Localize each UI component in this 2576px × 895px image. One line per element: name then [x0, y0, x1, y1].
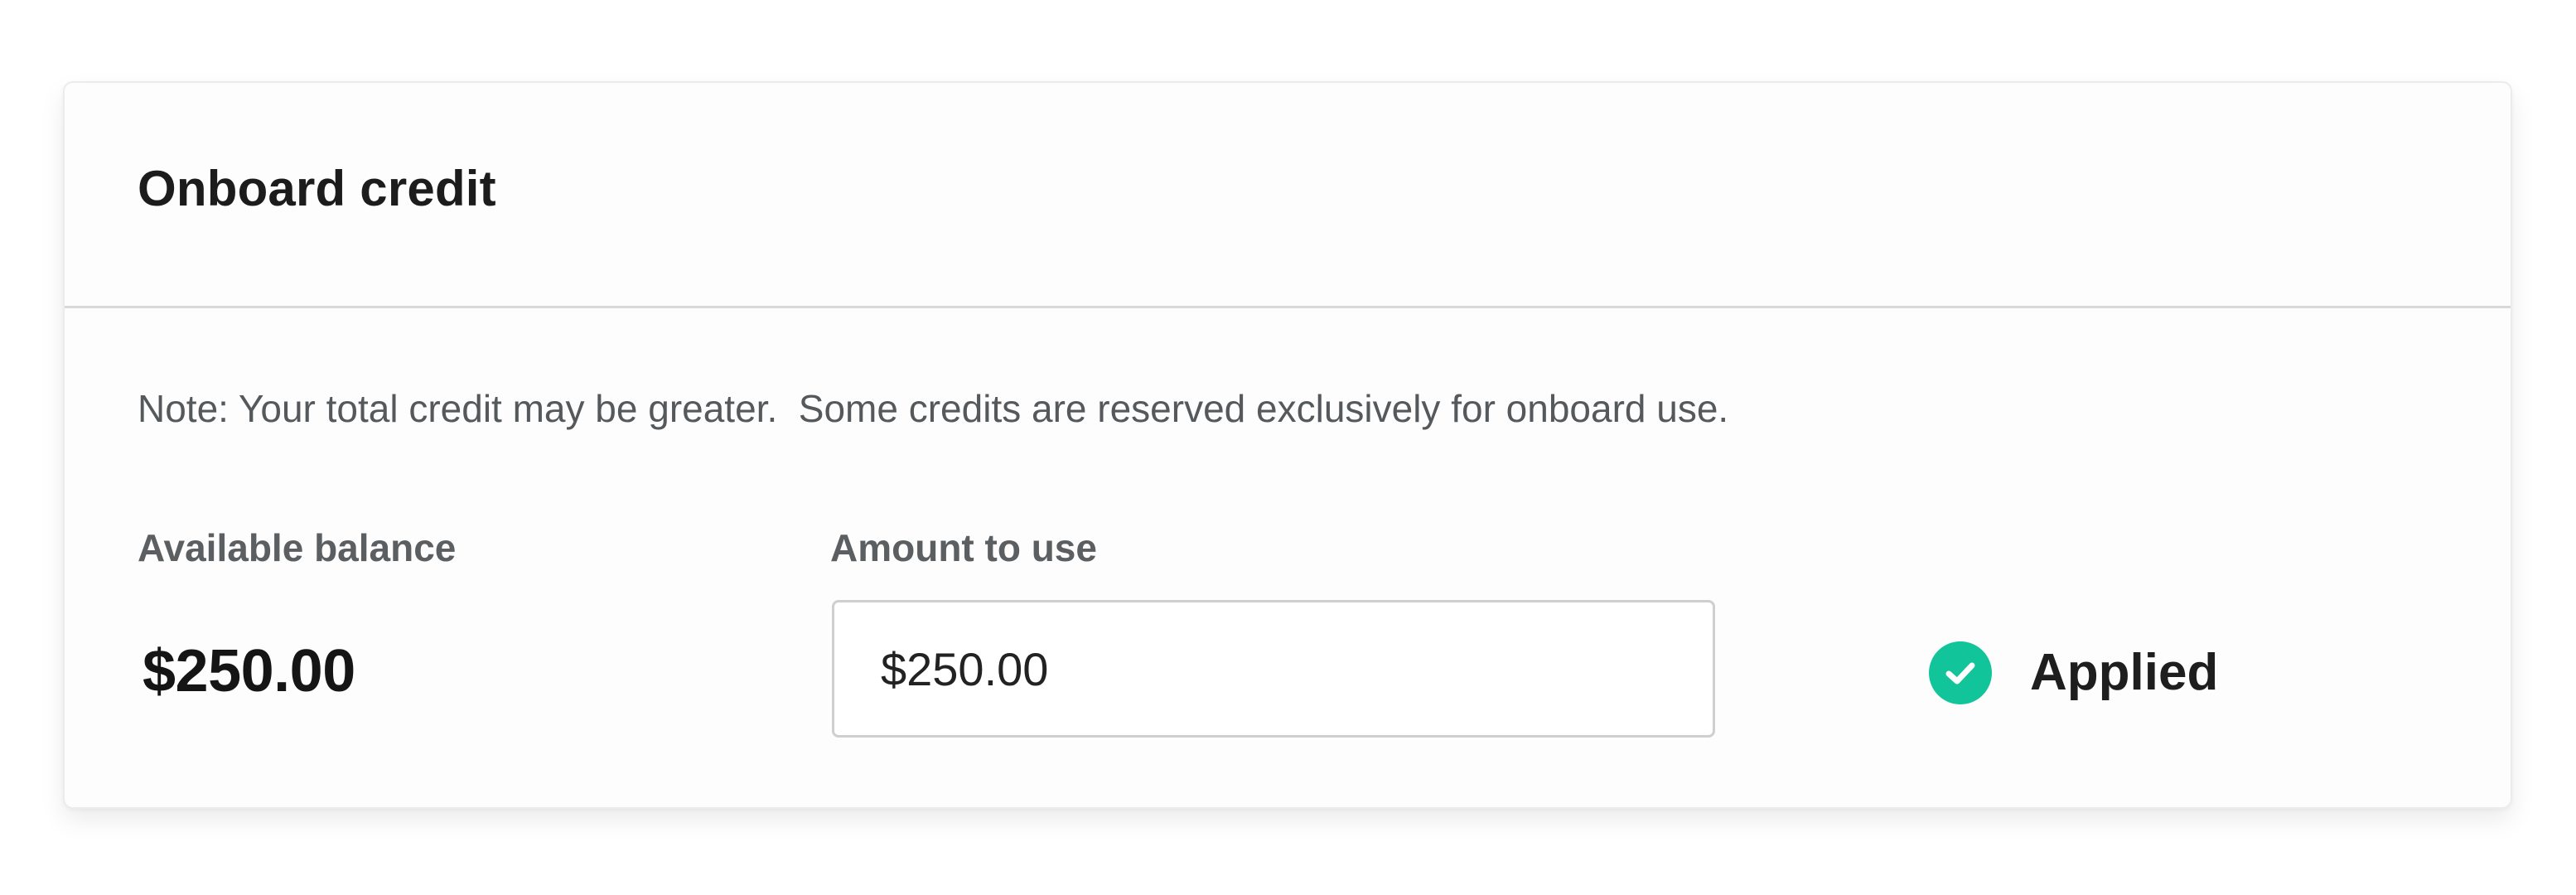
credit-note: Note: Your total credit may be greater. …	[138, 387, 1729, 430]
onboard-credit-card: Onboard credit Note: Your total credit m…	[63, 81, 2512, 809]
status-label: Applied	[2030, 644, 2219, 701]
amount-to-use-label: Amount to use	[830, 526, 1097, 569]
check-circle-icon	[1929, 641, 1992, 704]
applied-status: Applied	[1929, 640, 2218, 706]
amount-to-use-input[interactable]	[832, 600, 1715, 738]
available-balance-label: Available balance	[138, 526, 457, 569]
card-title: Onboard credit	[138, 161, 496, 216]
available-balance-value: $250.00	[143, 638, 355, 704]
card-header: Onboard credit	[65, 83, 2511, 308]
